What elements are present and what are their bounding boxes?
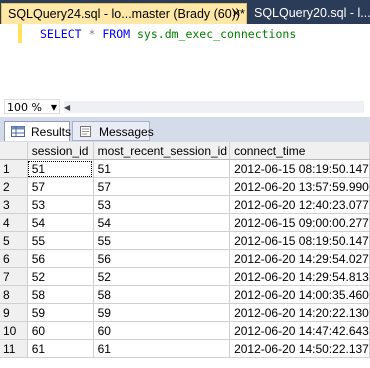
row-number-cell[interactable]: 5 [0, 231, 28, 250]
table-row[interactable]: 4 54 54 2012-06-15 09:00:00.277 [0, 213, 370, 232]
row-number-cell[interactable]: 2 [0, 177, 28, 196]
session-id-cell[interactable]: 55 [27, 231, 94, 250]
row-number-cell[interactable]: 6 [0, 249, 28, 268]
connect-time-cell[interactable]: 2012-06-20 14:29:54.027 [229, 249, 370, 268]
table-row[interactable]: 7 52 52 2012-06-20 14:29:54.813 [0, 267, 370, 286]
results-grid[interactable]: session_id most_recent_session_id connec… [0, 142, 370, 368]
column-header-most-recent-session-id[interactable]: most_recent_session_id [93, 142, 231, 160]
table-row[interactable]: 2 57 57 2012-06-20 13:57:59.990 [0, 177, 370, 196]
chevron-down-icon[interactable]: ▼ [51, 100, 57, 115]
connect-time-cell[interactable]: 2012-06-20 14:00:35.460 [229, 285, 370, 304]
most-recent-session-id-cell[interactable]: 61 [93, 339, 231, 358]
tab-results-label: Results [31, 125, 72, 139]
session-id-cell[interactable]: 53 [27, 195, 94, 214]
tab-label: SQLQuery20.sql - l...KS [254, 6, 370, 20]
changed-line-marker [18, 24, 22, 43]
grid-corner[interactable] [0, 142, 28, 160]
table-row[interactable]: 5 55 55 2012-06-15 08:19:50.147 [0, 231, 370, 250]
row-number-cell[interactable]: 8 [0, 285, 28, 304]
tab-sqlquery24[interactable]: SQLQuery24.sql - lo...master (Brady (60)… [1, 3, 247, 24]
tab-sqlquery20[interactable]: SQLQuery20.sql - l...KS [248, 3, 370, 24]
table-row[interactable]: 1 51 51 2012-06-15 08:19:50.147 [0, 159, 370, 178]
connect-time-cell[interactable]: 2012-06-20 12:40:23.077 [229, 195, 370, 214]
document-tab-strip: SQLQuery24.sql - lo...master (Brady (60)… [0, 0, 370, 24]
session-id-cell[interactable]: 58 [27, 285, 94, 304]
star-token: * [88, 27, 96, 41]
session-id-cell[interactable]: 59 [27, 303, 94, 322]
editor-horizontal-scrollbar[interactable]: ◀ [64, 101, 364, 113]
result-tabs: Results Messages [0, 118, 370, 142]
most-recent-session-id-cell[interactable]: 55 [93, 231, 231, 250]
tab-messages[interactable]: Messages [72, 121, 154, 141]
connect-time-cell[interactable]: 2012-06-20 14:29:54.813 [229, 267, 370, 286]
row-number-cell[interactable]: 4 [0, 213, 28, 232]
column-header-connect-time[interactable]: connect_time [229, 142, 370, 160]
query-line[interactable]: SELECT * FROM sys.dm_exec_connections [40, 27, 296, 41]
most-recent-session-id-cell[interactable]: 60 [93, 321, 231, 340]
table-row[interactable]: 6 56 56 2012-06-20 14:29:54.027 [0, 249, 370, 268]
zoom-value: 100 % [7, 101, 42, 114]
close-tab-icon[interactable]: ✕ [232, 4, 241, 25]
row-number-cell[interactable]: 3 [0, 195, 28, 214]
select-keyword: SELECT [40, 27, 82, 41]
most-recent-session-id-cell[interactable]: 52 [93, 267, 231, 286]
session-id-cell[interactable]: 60 [27, 321, 94, 340]
most-recent-session-id-cell[interactable]: 56 [93, 249, 231, 268]
table-row[interactable]: 10 60 60 2012-06-20 14:47:42.643 [0, 321, 370, 340]
connect-time-cell[interactable]: 2012-06-15 08:19:50.147 [229, 159, 370, 178]
session-id-cell[interactable]: 51 [27, 159, 94, 178]
column-header-session-id[interactable]: session_id [27, 142, 94, 160]
connect-time-cell[interactable]: 2012-06-20 14:47:42.643 [229, 321, 370, 340]
most-recent-session-id-cell[interactable]: 58 [93, 285, 231, 304]
row-number-cell[interactable]: 11 [0, 339, 28, 358]
most-recent-session-id-cell[interactable]: 53 [93, 195, 231, 214]
zoom-bar: 100 % ▼ ◀ [0, 98, 370, 118]
table-row[interactable]: 8 58 58 2012-06-20 14:00:35.460 [0, 285, 370, 304]
tab-label: SQLQuery24.sql - lo...master (Brady (60)… [8, 7, 245, 21]
connect-time-cell[interactable]: 2012-06-20 13:57:59.990 [229, 177, 370, 196]
connect-time-cell[interactable]: 2012-06-15 09:00:00.277 [229, 213, 370, 232]
session-id-cell[interactable]: 52 [27, 267, 94, 286]
zoom-select[interactable]: 100 % ▼ [4, 99, 60, 114]
connect-time-cell[interactable]: 2012-06-20 14:20:22.130 [229, 303, 370, 322]
query-editor[interactable]: SELECT * FROM sys.dm_exec_connections [0, 24, 370, 99]
header-row: session_id most_recent_session_id connec… [0, 142, 370, 160]
session-id-cell[interactable]: 56 [27, 249, 94, 268]
most-recent-session-id-cell[interactable]: 54 [93, 213, 231, 232]
row-number-cell[interactable]: 1 [0, 159, 28, 178]
connect-time-cell[interactable]: 2012-06-20 14:50:22.137 [229, 339, 370, 358]
scroll-left-icon[interactable]: ◀ [64, 103, 74, 112]
row-number-cell[interactable]: 10 [0, 321, 28, 340]
table-row[interactable]: 11 61 61 2012-06-20 14:50:22.137 [0, 339, 370, 358]
results-table: session_id most_recent_session_id connec… [0, 142, 370, 358]
most-recent-session-id-cell[interactable]: 57 [93, 177, 231, 196]
grid-icon [11, 126, 25, 137]
tab-results[interactable]: Results [4, 121, 72, 141]
session-id-cell[interactable]: 54 [27, 213, 94, 232]
connect-time-cell[interactable]: 2012-06-15 08:19:50.147 [229, 231, 370, 250]
table-row[interactable]: 9 59 59 2012-06-20 14:20:22.130 [0, 303, 370, 322]
row-number-cell[interactable]: 7 [0, 267, 28, 286]
object-name: sys.dm_exec_connections [137, 27, 297, 41]
messages-icon [80, 126, 91, 137]
most-recent-session-id-cell[interactable]: 59 [93, 303, 231, 322]
table-row[interactable]: 3 53 53 2012-06-20 12:40:23.077 [0, 195, 370, 214]
most-recent-session-id-cell[interactable]: 51 [93, 159, 231, 178]
row-number-cell[interactable]: 9 [0, 303, 28, 322]
tab-messages-label: Messages [99, 125, 154, 139]
session-id-cell[interactable]: 57 [27, 177, 94, 196]
session-id-cell[interactable]: 61 [27, 339, 94, 358]
from-keyword: FROM [102, 27, 131, 41]
